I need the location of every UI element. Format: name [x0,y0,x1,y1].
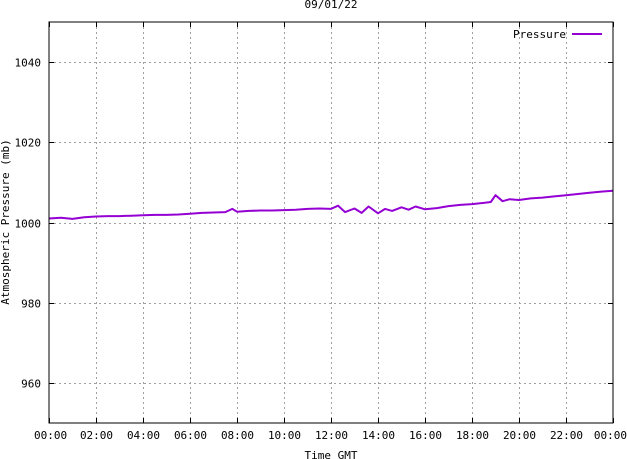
x-axis-ticks: 00:00 02:00 04:00 06:00 08:00 10:00 12:00 14:00… [34,22,627,442]
x-tick-label: 00:00 [594,429,627,442]
x-tick-label: 18:00 [456,429,489,442]
x-tick-label: 22:00 [550,429,583,442]
y-tick-label: 1020 [15,137,42,150]
x-tick-label: 20:00 [503,429,536,442]
y-tick-label: 1000 [15,218,42,231]
chart-title: 09/01/22 [305,0,358,11]
y-tick-label: 960 [21,378,41,391]
x-tick-label: 00:00 [34,429,67,442]
pressure-chart: 09/01/22 960 980 1000 1020 1040 00:00 02:00 04… [0,0,627,459]
x-tick-label: 04:00 [127,429,160,442]
y-tick-label: 1040 [15,57,42,70]
x-tick-label: 10:00 [268,429,301,442]
y-axis-label: Atmospheric Pressure (mb) [0,139,12,305]
x-tick-label: 06:00 [174,429,207,442]
legend: Pressure [513,28,602,41]
x-tick-label: 16:00 [409,429,442,442]
x-tick-label: 12:00 [315,429,348,442]
x-tick-label: 08:00 [221,429,254,442]
x-tick-label: 14:00 [362,429,395,442]
series-line-pressure [48,189,614,220]
x-axis-label: Time GMT [305,449,358,459]
x-tick-label: 02:00 [80,429,113,442]
grid-lines [49,22,613,423]
legend-label-pressure: Pressure [513,28,566,41]
y-tick-label: 980 [21,298,41,311]
series-layer [48,189,614,220]
